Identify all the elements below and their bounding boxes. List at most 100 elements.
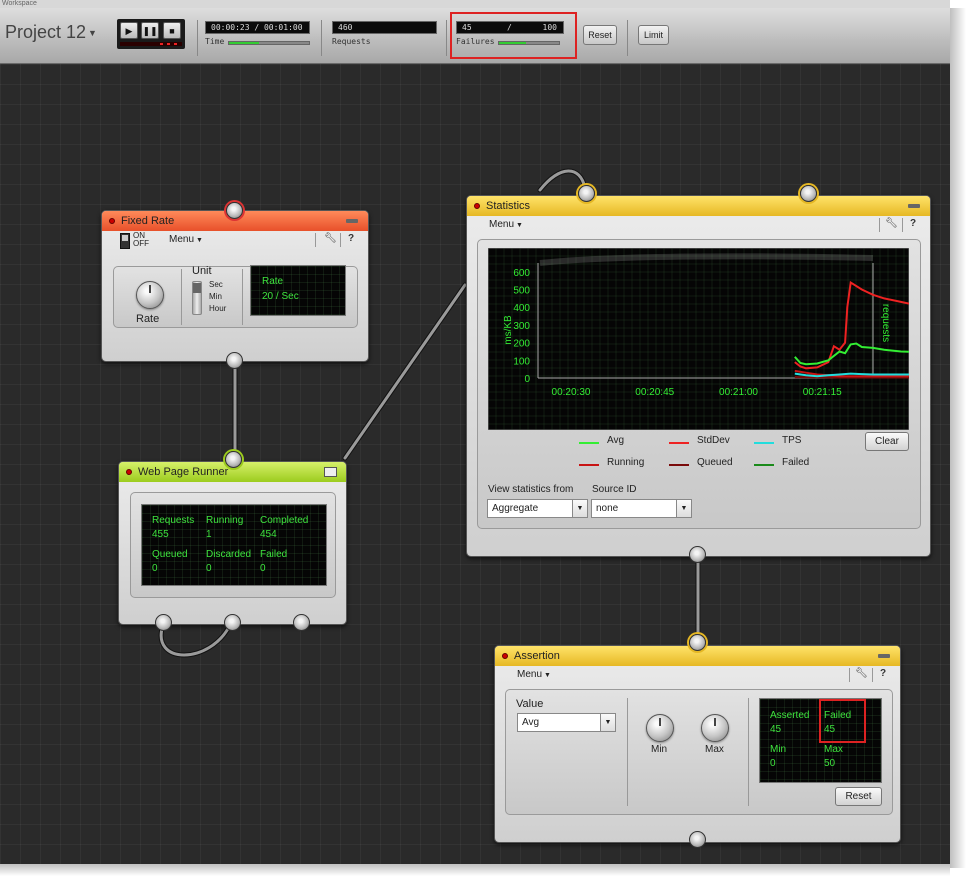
fixed-rate-output-port[interactable] <box>226 352 243 369</box>
failed-highlight-box <box>819 699 866 743</box>
legend-swatch-2 <box>754 442 774 444</box>
fixed-rate-node[interactable]: Fixed Rate ON OFF Menu ▼ 🔧︎ ? Rate Unit S… <box>101 210 369 362</box>
chevron-down-icon: ▼ <box>516 222 523 229</box>
status-led-icon <box>502 653 508 659</box>
view-from-value: Aggregate <box>492 503 539 514</box>
x-tick-label-1: 00:20:45 <box>635 387 674 398</box>
statistics-input-port-2[interactable] <box>800 185 817 202</box>
runner-output-port-1[interactable] <box>155 614 172 631</box>
y-axis-label: ms/KB <box>503 315 514 345</box>
queued-stat-value: 0 <box>152 563 158 574</box>
value-selected: Avg <box>522 717 540 728</box>
wrench-icon[interactable]: 🔧︎ <box>885 218 898 229</box>
failed-stat-value: 0 <box>260 563 266 574</box>
completed-stat-label: Completed <box>260 515 309 526</box>
discarded-stat-value: 0 <box>206 563 212 574</box>
unit-option-hour[interactable]: Hour <box>209 304 226 313</box>
discarded-stat-label: Discarded <box>206 549 252 560</box>
value-select[interactable]: Avg ▼ <box>517 713 616 732</box>
clear-button[interactable]: Clear <box>865 432 909 451</box>
chevron-down-icon: ▼ <box>600 714 615 731</box>
legend-label-1: StdDev <box>697 435 730 446</box>
status-led-icon <box>109 218 115 224</box>
assertion-title: Assertion <box>514 650 560 662</box>
y-tick-label-6: 600 <box>513 268 530 279</box>
legend-label-3: Running <box>607 457 645 468</box>
rate-knob[interactable] <box>136 281 164 309</box>
max-knob[interactable] <box>701 714 729 742</box>
assertion-reset-button[interactable]: Reset <box>835 787 882 806</box>
statistics-header[interactable]: Statistics <box>467 196 930 216</box>
running-stat-label: Running <box>206 515 244 526</box>
on-off-toggle[interactable] <box>120 233 130 249</box>
y-tick-label-0: 0 <box>524 374 530 385</box>
view-from-select[interactable]: Aggregate ▼ <box>487 499 588 518</box>
min-knob[interactable] <box>646 714 674 742</box>
max-knob-label: Max <box>705 744 724 755</box>
unit-option-min[interactable]: Min <box>209 292 222 301</box>
unit-option-sec[interactable]: Sec <box>209 280 223 289</box>
y-tick-label-4: 400 <box>513 303 530 314</box>
rate-display-value: 20 / Sec <box>262 291 299 302</box>
rate-display-title: Rate <box>262 276 284 287</box>
statistics-menu[interactable]: Menu ▼ <box>489 219 523 230</box>
legend-swatch-5 <box>754 464 774 466</box>
runner-output-port-3[interactable] <box>293 614 310 631</box>
help-icon[interactable]: ? <box>348 233 354 244</box>
fixed-rate-menu[interactable]: Menu ▼ <box>169 234 203 245</box>
legend-label-2: TPS <box>782 435 802 446</box>
rate-knob-label: Rate <box>136 313 160 325</box>
x-tick-label-0: 00:20:30 <box>552 387 591 398</box>
legend-swatch-3 <box>579 464 599 466</box>
expand-icon[interactable] <box>324 467 337 477</box>
web-page-runner-node[interactable]: Web Page Runner Requests 455 Running 1 C… <box>118 461 347 625</box>
chevron-down-icon: ▼ <box>196 237 203 244</box>
wrench-icon[interactable]: 🔧︎ <box>855 668 868 679</box>
source-id-value: none <box>596 503 619 514</box>
fixed-rate-input-port[interactable] <box>226 202 243 219</box>
unit-label: Unit <box>192 265 212 277</box>
assertion-menu[interactable]: Menu ▼ <box>517 669 551 680</box>
statistics-node[interactable]: Statistics Menu ▼ 🔧︎ ? 0 100 200 300 400 500 60… <box>466 195 931 557</box>
x-tick-label-3: 00:21:15 <box>803 387 842 398</box>
minimize-icon[interactable] <box>908 204 920 208</box>
min-knob-label: Min <box>651 744 668 755</box>
legend-swatch-4 <box>669 464 689 466</box>
legend-swatch-1 <box>669 442 689 444</box>
statistics-chart[interactable]: 0 100 200 300 400 500 600 00:20:30 00:20:45 00:2… <box>488 248 909 430</box>
completed-stat-value: 454 <box>260 529 277 540</box>
legend-label-5: Failed <box>782 457 810 468</box>
statistics-title: Statistics <box>486 200 531 212</box>
toggle-off-label: OFF <box>133 239 149 248</box>
asserted-value: 45 <box>770 724 782 735</box>
assertion-node[interactable]: Assertion Menu ▼ 🔧︎ ? Value Avg ▼ Min Max… <box>494 645 901 843</box>
legend-label-4: Queued <box>697 457 733 468</box>
assertion-input-port[interactable] <box>689 634 706 651</box>
y-tick-label-2: 200 <box>513 339 530 350</box>
help-icon[interactable]: ? <box>910 218 916 229</box>
statistics-input-port-1[interactable] <box>578 185 595 202</box>
view-from-label: View statistics from <box>488 484 574 495</box>
help-icon[interactable]: ? <box>880 668 886 679</box>
assertion-output-port[interactable] <box>689 831 706 848</box>
y-tick-label-5: 500 <box>513 286 530 297</box>
legend-swatch-0 <box>579 442 599 444</box>
status-led-icon <box>126 469 132 475</box>
statistics-output-port[interactable] <box>689 546 706 563</box>
y-tick-label-1: 100 <box>513 356 530 367</box>
failed-stat-label: Failed <box>260 549 288 560</box>
requests-stat-value: 455 <box>152 529 169 540</box>
status-led-icon <box>474 203 480 209</box>
minimize-icon[interactable] <box>346 219 358 223</box>
min-label: Min <box>770 744 787 755</box>
unit-slider[interactable] <box>192 281 202 315</box>
value-label: Value <box>516 698 544 710</box>
chevron-down-icon: ▼ <box>572 500 587 517</box>
web-page-runner-title: Web Page Runner <box>138 466 229 478</box>
source-id-select[interactable]: none ▼ <box>591 499 692 518</box>
runner-output-port-2[interactable] <box>224 614 241 631</box>
minimize-icon[interactable] <box>878 654 890 658</box>
runner-stats-display: Requests 455 Running 1 Completed 454 Que… <box>141 504 327 586</box>
runner-input-port[interactable] <box>225 451 242 468</box>
wrench-icon[interactable]: 🔧︎ <box>324 233 337 244</box>
